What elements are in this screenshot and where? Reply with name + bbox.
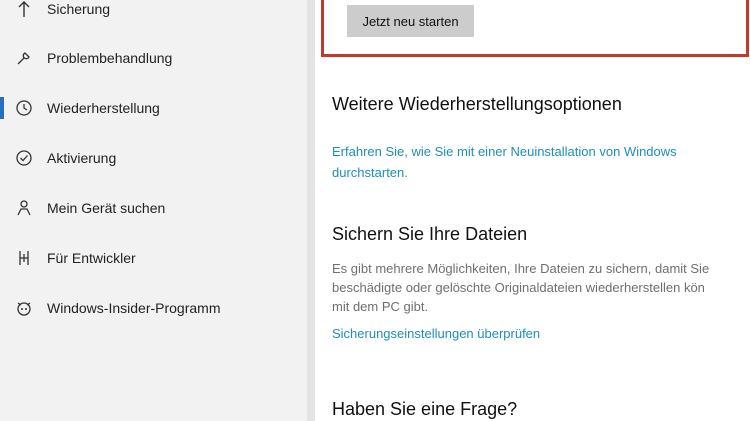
sidebar-item-label: Für Entwickler — [47, 250, 136, 266]
sidebar-item-label: Wiederherstellung — [47, 100, 160, 116]
backup-description-line3: mit dem PC gibt. — [332, 299, 429, 314]
question-heading: Haben Sie eine Frage? — [332, 399, 518, 419]
sidebar: Sicherung Problembehandlung Wiederherste… — [0, 0, 307, 421]
restart-highlight-box: Jetzt neu starten — [321, 0, 749, 57]
more-recovery-options-heading: Weitere Wiederherstellungsoptionen — [332, 94, 622, 114]
sidebar-item-label: Problembehandlung — [47, 50, 173, 66]
fresh-start-link-line1[interactable]: Erfahren Sie, wie Sie mit einer Neuinsta… — [332, 141, 677, 163]
history-icon — [15, 99, 33, 117]
sidebar-item-label: Sicherung — [47, 1, 111, 17]
sidebar-item-label: Windows-Insider-Programm — [47, 300, 221, 316]
sidebar-item-windows-insider[interactable]: Windows-Insider-Programm — [0, 291, 307, 325]
sidebar-item-problembehandlung[interactable]: Problembehandlung — [0, 41, 307, 75]
sidebar-item-label: Mein Gerät suchen — [47, 200, 166, 216]
person-location-icon — [15, 199, 33, 217]
wrench-icon — [15, 49, 33, 67]
sidebar-item-wiederherstellung[interactable]: Wiederherstellung — [0, 91, 307, 125]
developer-icon — [15, 249, 33, 267]
restart-now-button[interactable]: Jetzt neu starten — [347, 5, 474, 37]
sidebar-item-aktivierung[interactable]: Aktivierung — [0, 141, 307, 175]
backup-description-line1: Es gibt mehrere Möglichkeiten, Ihre Date… — [332, 261, 710, 276]
backup-description-line2: beschädigte oder gelöschte Originaldatei… — [332, 280, 705, 295]
insider-icon — [15, 299, 33, 317]
active-indicator — [0, 97, 4, 119]
sidebar-item-mein-geraet-suchen[interactable]: Mein Gerät suchen — [0, 191, 307, 225]
check-backup-settings-link[interactable]: Sicherungseinstellungen überprüfen — [332, 323, 540, 345]
sidebar-divider — [307, 0, 315, 421]
fresh-start-link-line2[interactable]: durchstarten. — [332, 162, 408, 184]
sidebar-item-label: Aktivierung — [47, 150, 117, 166]
arrow-up-icon — [15, 0, 33, 18]
check-circle-icon — [15, 149, 33, 167]
sidebar-item-sicherung[interactable]: Sicherung — [0, 0, 307, 26]
backup-files-heading: Sichern Sie Ihre Dateien — [332, 224, 528, 244]
sidebar-item-fuer-entwickler[interactable]: Für Entwickler — [0, 241, 307, 275]
main-content: Jetzt neu starten Weitere Wiederherstell… — [315, 0, 750, 421]
